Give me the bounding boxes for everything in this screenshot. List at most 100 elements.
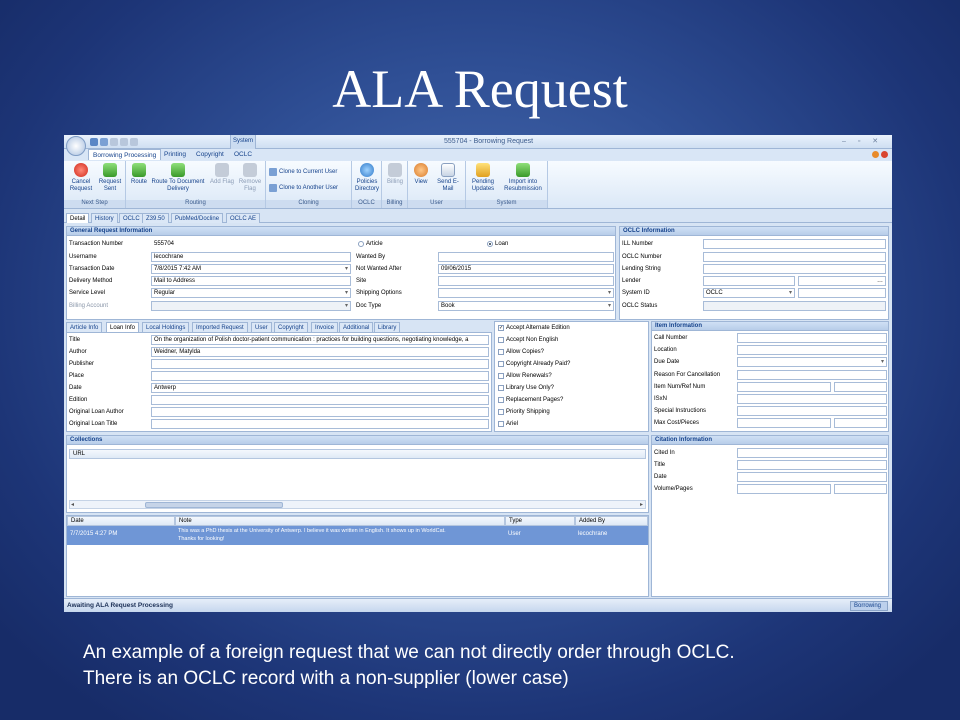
notes-date-header[interactable]: Date — [67, 516, 175, 526]
call-number-field[interactable] — [737, 333, 887, 343]
tab-oclc-ae[interactable]: OCLC AE — [226, 213, 261, 223]
system-id-select[interactable]: OCLC — [703, 288, 795, 298]
pieces-field[interactable] — [834, 418, 887, 428]
loan-edition-field[interactable] — [151, 395, 489, 405]
site-field[interactable] — [438, 276, 614, 286]
url-column-header[interactable]: URL — [69, 449, 646, 459]
tab-article-info[interactable]: Article Info — [66, 322, 103, 332]
status-module-badge[interactable]: Borrowing — [850, 601, 888, 611]
not-wanted-after-field[interactable]: 09/06/2015 — [438, 264, 614, 274]
cancel-request-button[interactable]: Cancel Request — [67, 163, 95, 193]
tab-invoice[interactable]: Invoice — [311, 322, 339, 332]
tab-local-holdings[interactable]: Local Holdings — [142, 322, 190, 332]
allow-copies-checkbox[interactable]: Allow Copies? — [498, 349, 544, 355]
volume-field[interactable] — [737, 484, 831, 494]
tab-oclc-detail[interactable]: OCLC — [119, 213, 144, 223]
print-icon[interactable] — [130, 138, 138, 146]
tab-printing[interactable]: Printing — [160, 149, 190, 160]
back-icon[interactable] — [110, 138, 118, 146]
ill-number-field[interactable] — [703, 239, 886, 249]
original-loan-title-field[interactable] — [151, 419, 489, 429]
issn-field[interactable] — [737, 394, 887, 404]
max-cost-field[interactable] — [737, 418, 831, 428]
oclc-status-field[interactable] — [703, 301, 886, 311]
scroll-left-icon[interactable]: ◂ — [71, 501, 74, 508]
tab-loan-info[interactable]: Loan Info — [106, 322, 140, 332]
transaction-date-field[interactable]: 7/8/2015 7:42 AM — [151, 264, 351, 274]
citation-date-field[interactable] — [737, 472, 887, 482]
clone-current-user-button[interactable]: Clone to Current User — [269, 167, 337, 177]
billing-account-select[interactable] — [151, 301, 351, 311]
tab-z3950[interactable]: Z39.50 — [142, 213, 169, 223]
loan-radio[interactable]: Loan — [487, 241, 508, 247]
tab-user[interactable]: User — [251, 322, 272, 332]
tab-history[interactable]: History — [91, 213, 118, 223]
allow-renewals-checkbox[interactable]: Allow Renewals? — [498, 373, 552, 379]
copyright-paid-checkbox[interactable]: Copyright Already Paid? — [498, 361, 570, 367]
tab-oclc[interactable]: OCLC — [230, 149, 256, 160]
original-loan-author-field[interactable] — [151, 407, 489, 417]
billing-button[interactable]: Billing — [383, 163, 407, 186]
add-flag-button[interactable]: Add Flag — [208, 163, 236, 186]
doc-type-select[interactable]: Book — [438, 301, 614, 311]
loan-title-field[interactable]: On the organization of Polish doctor-pat… — [151, 335, 489, 345]
special-instructions-field[interactable] — [737, 406, 887, 416]
pages-field[interactable] — [834, 484, 887, 494]
app-orb-icon[interactable] — [66, 136, 86, 156]
scroll-thumb[interactable] — [145, 502, 283, 508]
import-resubmission-button[interactable]: Import into Resubmission — [500, 163, 546, 193]
shipping-options-select[interactable] — [438, 288, 614, 298]
wanted-by-field[interactable] — [438, 252, 614, 262]
due-date-field[interactable] — [737, 357, 887, 367]
system-id-extra-field[interactable] — [798, 288, 886, 298]
policies-directory-button[interactable]: Policies Directory — [353, 163, 381, 193]
help-icon[interactable] — [872, 151, 879, 158]
tab-copyright[interactable]: Copyright — [192, 149, 228, 160]
lender-lookup-field[interactable]: … — [798, 276, 886, 286]
view-user-button[interactable]: View — [410, 163, 432, 186]
notes-note-header[interactable]: Note — [175, 516, 505, 526]
cited-in-field[interactable] — [737, 448, 887, 458]
priority-shipping-checkbox[interactable]: Priority Shipping — [498, 409, 550, 415]
request-sent-button[interactable]: Request Sent — [96, 163, 124, 193]
save-icon[interactable] — [90, 138, 98, 146]
lender-field[interactable] — [703, 276, 795, 286]
clone-another-user-button[interactable]: Clone to Another User — [269, 183, 338, 193]
scroll-right-icon[interactable]: ▸ — [640, 501, 643, 508]
tab-pubmed-docline[interactable]: PubMed/Docline — [171, 213, 224, 223]
system-context-tab[interactable]: System — [230, 135, 256, 149]
close-red-icon[interactable] — [881, 151, 888, 158]
route-button[interactable]: Route — [128, 163, 150, 186]
ref-num-field[interactable] — [834, 382, 887, 392]
delivery-method-field[interactable]: Mail to Address — [151, 276, 351, 286]
table-row[interactable]: 7/7/2015 4:27 PM This was a PhD thesis a… — [67, 526, 648, 545]
article-radio[interactable]: Article — [358, 241, 383, 247]
tab-library[interactable]: Library — [374, 322, 401, 332]
loan-place-field[interactable] — [151, 371, 489, 381]
refresh-icon[interactable] — [100, 138, 108, 146]
forward-icon[interactable] — [120, 138, 128, 146]
window-controls[interactable]: – ▫ ✕ — [842, 137, 883, 145]
pending-updates-button[interactable]: Pending Updates — [468, 163, 498, 193]
replacement-pages-checkbox[interactable]: Replacement Pages? — [498, 397, 563, 403]
loan-date-field[interactable]: Antwerp — [151, 383, 489, 393]
lending-string-field[interactable] — [703, 264, 886, 274]
library-use-only-checkbox[interactable]: Library Use Only? — [498, 385, 554, 391]
tab-borrowing-processing[interactable]: Borrowing Processing — [88, 149, 162, 160]
tab-detail[interactable]: Detail — [66, 213, 90, 223]
accept-alternate-edition-checkbox[interactable]: ✓ Accept Alternate Edition — [498, 325, 570, 331]
remove-flag-button[interactable]: Remove Flag — [236, 163, 264, 193]
username-field[interactable]: lecochrane — [151, 252, 351, 262]
service-level-select[interactable]: Regular — [151, 288, 351, 298]
tab-imported-request[interactable]: Imported Request — [192, 322, 248, 332]
ariel-checkbox[interactable]: Ariel — [498, 421, 518, 427]
reason-cancel-field[interactable] — [737, 370, 887, 380]
collections-scrollbar[interactable]: ◂ ▸ — [69, 500, 646, 509]
notes-type-header[interactable]: Type — [505, 516, 575, 526]
citation-title-field[interactable] — [737, 460, 887, 470]
accept-non-english-checkbox[interactable]: Accept Non English — [498, 337, 558, 343]
tab-additional[interactable]: Additional — [339, 322, 374, 332]
notes-added-by-header[interactable]: Added By — [575, 516, 648, 526]
loan-publisher-field[interactable] — [151, 359, 489, 369]
route-to-document-delivery-button[interactable]: Route To Document Delivery — [150, 163, 206, 193]
